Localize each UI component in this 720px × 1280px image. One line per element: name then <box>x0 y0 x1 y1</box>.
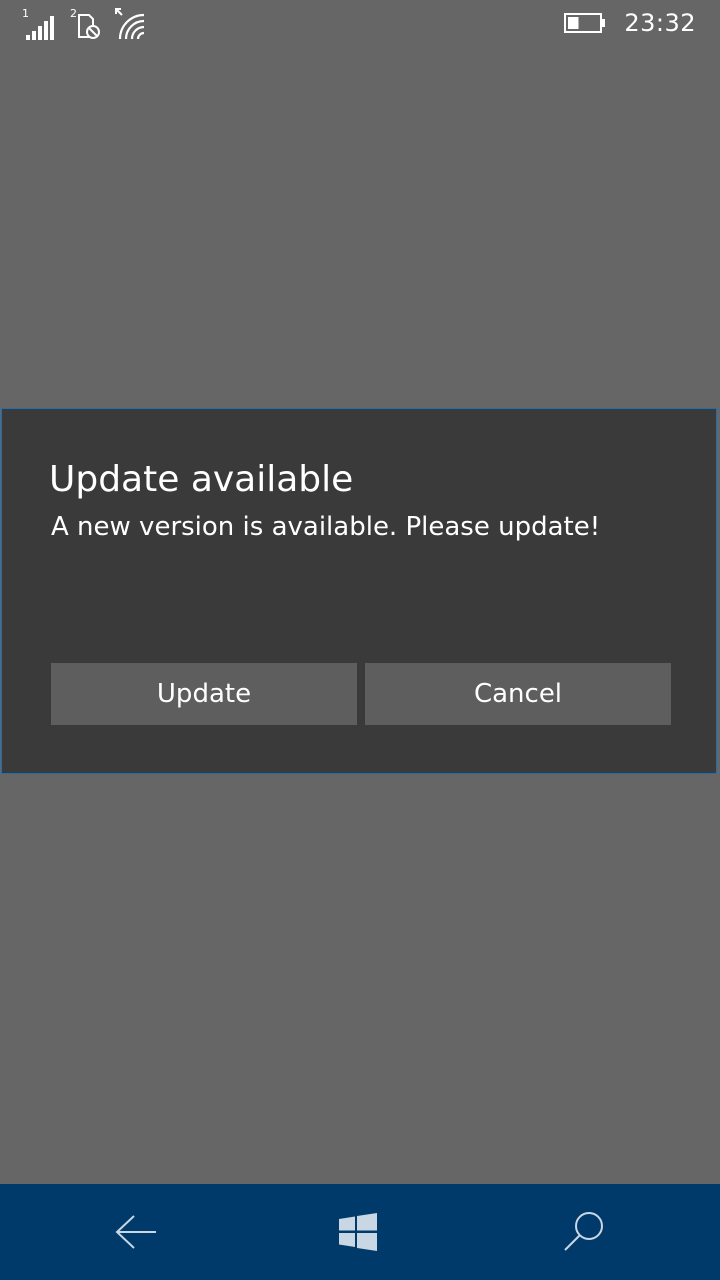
signal-strength-icon <box>26 16 54 40</box>
dialog-button-row: Update Cancel <box>51 663 671 725</box>
status-bar: 1 2 23:32 <box>0 0 720 48</box>
wifi-status <box>114 8 148 40</box>
update-button[interactable]: Update <box>51 663 357 725</box>
sim1-signal: 1 <box>22 8 60 40</box>
wifi-icon <box>115 8 145 40</box>
battery-fill <box>568 17 579 29</box>
cancel-button[interactable]: Cancel <box>365 663 671 725</box>
search-button[interactable] <box>524 1184 644 1280</box>
dialog-title: Update available <box>49 459 354 500</box>
navigation-bar <box>0 1184 720 1280</box>
status-time: 23:32 <box>624 9 696 37</box>
back-button[interactable] <box>76 1184 196 1280</box>
status-right-group: 23:32 <box>564 6 696 40</box>
battery-icon <box>564 13 606 33</box>
sim-blocked-icon <box>78 14 100 39</box>
windows-start-icon <box>339 1213 377 1251</box>
search-icon <box>564 1212 603 1251</box>
dialog-message: A new version is available. Please updat… <box>51 512 601 542</box>
status-left-group: 1 2 <box>22 6 148 40</box>
update-dialog: Update available A new version is availa… <box>1 408 717 774</box>
start-button[interactable] <box>298 1184 418 1280</box>
screen: 1 2 23:32 Update available A new version… <box>0 0 720 1280</box>
back-arrow-icon <box>115 1215 156 1249</box>
sim2-status: 2 <box>70 8 104 40</box>
